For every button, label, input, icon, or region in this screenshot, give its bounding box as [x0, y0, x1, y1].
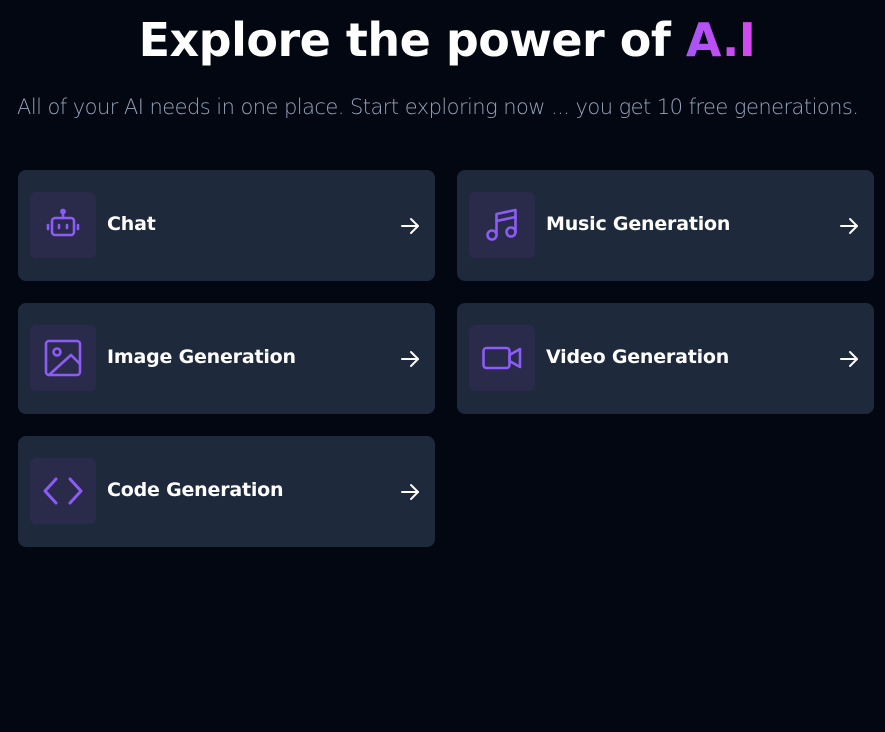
image-icon: [30, 325, 96, 391]
arrow-right-icon: [840, 351, 858, 367]
tool-label: Chat: [107, 213, 156, 235]
code-icon: [30, 458, 96, 524]
music-note-icon: [469, 192, 535, 258]
tool-card-video[interactable]: Video Generation: [457, 303, 874, 414]
tool-card-music[interactable]: Music Generation: [457, 170, 874, 281]
arrow-right-icon: [840, 218, 858, 234]
robot-icon: [30, 192, 96, 258]
title-accent: A.I: [685, 13, 756, 67]
tool-card-image[interactable]: Image Generation: [18, 303, 435, 414]
tool-label: Image Generation: [107, 346, 296, 368]
video-camera-icon: [469, 325, 535, 391]
title-prefix: Explore the power of: [138, 13, 686, 67]
page-subtitle: All of your AI needs in one place. Start…: [17, 95, 859, 119]
tool-label: Music Generation: [546, 213, 731, 235]
page-title: Explore the power of A.I: [0, 13, 885, 67]
arrow-right-icon: [401, 218, 419, 234]
tool-label: Code Generation: [107, 479, 284, 501]
tool-card-chat[interactable]: Chat: [18, 170, 435, 281]
tool-card-code[interactable]: Code Generation: [18, 436, 435, 547]
tool-label: Video Generation: [546, 346, 730, 368]
arrow-right-icon: [401, 351, 419, 367]
page: Explore the power of A.I All of your AI …: [0, 0, 885, 732]
arrow-right-icon: [401, 484, 419, 500]
